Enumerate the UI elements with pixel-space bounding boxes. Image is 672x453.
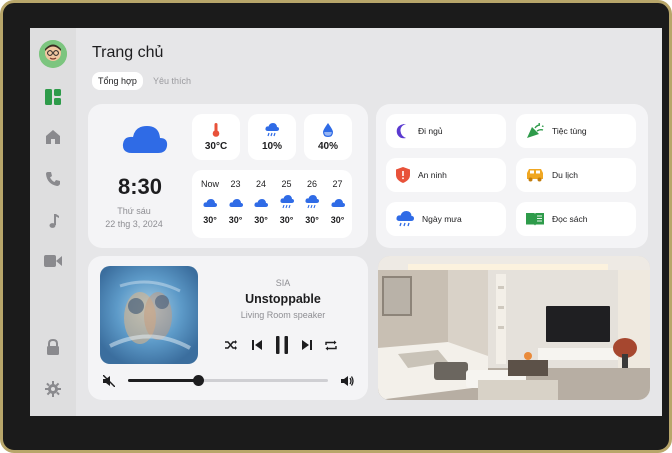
repeat-icon: [325, 340, 337, 350]
rain-cloud-icon: [305, 195, 319, 209]
living-room-camera-image[interactable]: [378, 256, 650, 400]
temperature-value: 30°C: [204, 140, 228, 152]
scene-label: Tiệc tùng: [552, 126, 587, 136]
volume-knob[interactable]: [193, 375, 204, 386]
forecast-day: 23 30°: [224, 170, 248, 225]
humidity-value: 40%: [317, 140, 338, 152]
forecast-temp: 30°: [330, 215, 345, 225]
music-note-icon[interactable]: [42, 210, 64, 232]
forecast-temp: 30°: [305, 215, 319, 225]
cloud-icon: [330, 195, 345, 209]
scene-label: Đọc sách: [552, 214, 588, 224]
rain-chance-value: 10%: [261, 140, 282, 152]
rain-cloud-icon: [265, 122, 279, 136]
home-icon[interactable]: [42, 126, 64, 148]
sidebar: [30, 28, 76, 416]
weather-widget: 8:30 Thứ sáu 22 thg 3, 2024 30°C 10% 40%…: [88, 104, 368, 248]
next-button[interactable]: [300, 338, 314, 352]
scene-security[interactable]: An ninh: [386, 158, 506, 192]
skip-forward-icon: [302, 340, 312, 350]
cloud-icon: [203, 195, 217, 209]
speaker-muted-icon: [103, 375, 115, 387]
rain-chance-stat: 10%: [248, 114, 296, 160]
volume-slider[interactable]: [128, 375, 328, 386]
volume-max-button[interactable]: [340, 374, 354, 388]
forecast-day: 24 30°: [249, 170, 273, 225]
forecast-day: Now 30°: [198, 170, 222, 225]
shield-icon: [396, 167, 410, 183]
shuffle-icon: [225, 340, 237, 350]
scene-sleep[interactable]: Đi ngủ: [386, 114, 506, 148]
scene-reading[interactable]: Đọc sách: [516, 202, 636, 236]
forecast-temp: 30°: [279, 215, 294, 225]
thermometer-icon: [212, 122, 220, 137]
scenes-widget: Đi ngủ Tiệc tùng An ninh Du lịch Ngày mư…: [376, 104, 648, 248]
date-label: 22 thg 3, 2024: [105, 219, 163, 229]
humidity-stat: 40%: [304, 114, 352, 160]
forecast-day-label: 26: [306, 179, 317, 189]
forecast-day-label: 27: [332, 179, 343, 189]
forecast-day-label: 23: [230, 179, 241, 189]
moon-icon: [396, 124, 406, 139]
video-camera-icon[interactable]: [42, 250, 64, 272]
cloud-icon: [228, 195, 243, 209]
forecast-temp: 30°: [203, 215, 217, 225]
forecast-temp: 30°: [254, 215, 268, 225]
tab-favorites[interactable]: Yêu thích: [147, 72, 197, 90]
tab-bar: Tổng hợp Yêu thích: [92, 72, 197, 90]
gear-icon[interactable]: [42, 378, 64, 400]
phone-icon[interactable]: [42, 168, 64, 190]
output-device: Living Room speaker: [240, 310, 326, 320]
forecast-day: 27 30°: [326, 170, 350, 225]
artist-name: SIA: [275, 278, 291, 288]
scene-label: Đi ngủ: [418, 126, 443, 136]
scene-label: Ngày mưa: [422, 214, 462, 224]
music-player-widget: SIA Unstoppable Living Room speaker: [88, 256, 368, 400]
dashboard-icon[interactable]: [42, 86, 64, 108]
volume-fill: [128, 379, 198, 382]
tab-overview[interactable]: Tổng hợp: [92, 72, 143, 90]
previous-button[interactable]: [250, 338, 264, 352]
page-title: Trang chủ: [92, 44, 164, 61]
screen: Trang chủ Tổng hợp Yêu thích 8:30 Thứ sá…: [30, 28, 662, 416]
forecast-day: 26 30°: [300, 170, 324, 225]
scene-label: Du lịch: [552, 170, 578, 180]
shuffle-button[interactable]: [224, 338, 238, 352]
scene-travel[interactable]: Du lịch: [516, 158, 636, 192]
mute-button[interactable]: [102, 374, 116, 388]
cloud-icon: [122, 124, 168, 159]
album-art[interactable]: [100, 266, 198, 364]
party-popper-icon: [527, 123, 544, 138]
car-icon: [527, 169, 543, 182]
humidity-drop-icon: [323, 122, 333, 137]
speaker-loud-icon: [340, 376, 354, 386]
forecast-temp: 30°: [228, 215, 243, 225]
track-title: Unstoppable: [245, 292, 321, 306]
scene-label: An ninh: [418, 170, 447, 180]
lock-icon[interactable]: [42, 336, 64, 358]
temperature-stat: 30°C: [192, 114, 240, 160]
scene-rainy-day[interactable]: Ngày mưa: [386, 202, 506, 236]
scene-party[interactable]: Tiệc tùng: [516, 114, 636, 148]
forecast-strip: Now 30° 23 30° 24 30° 25 30° 26 30° 27 30°: [192, 170, 352, 238]
forecast-day-label: 24: [255, 179, 266, 189]
weekday-label: Thứ sáu: [117, 206, 151, 216]
avatar[interactable]: [39, 40, 67, 68]
forecast-day-label: 25: [281, 179, 292, 189]
skip-back-icon: [252, 340, 262, 350]
clock-time: 8:30: [118, 174, 163, 199]
pause-button[interactable]: [272, 334, 292, 356]
forecast-day-label: Now: [200, 179, 219, 189]
repeat-button[interactable]: [324, 338, 338, 352]
cloud-icon: [254, 195, 268, 209]
rain-cloud-icon: [279, 195, 294, 209]
pause-icon: [276, 336, 288, 354]
book-icon: [526, 213, 544, 226]
rain-cloud-icon: [396, 211, 414, 227]
forecast-day: 25 30°: [275, 170, 299, 225]
